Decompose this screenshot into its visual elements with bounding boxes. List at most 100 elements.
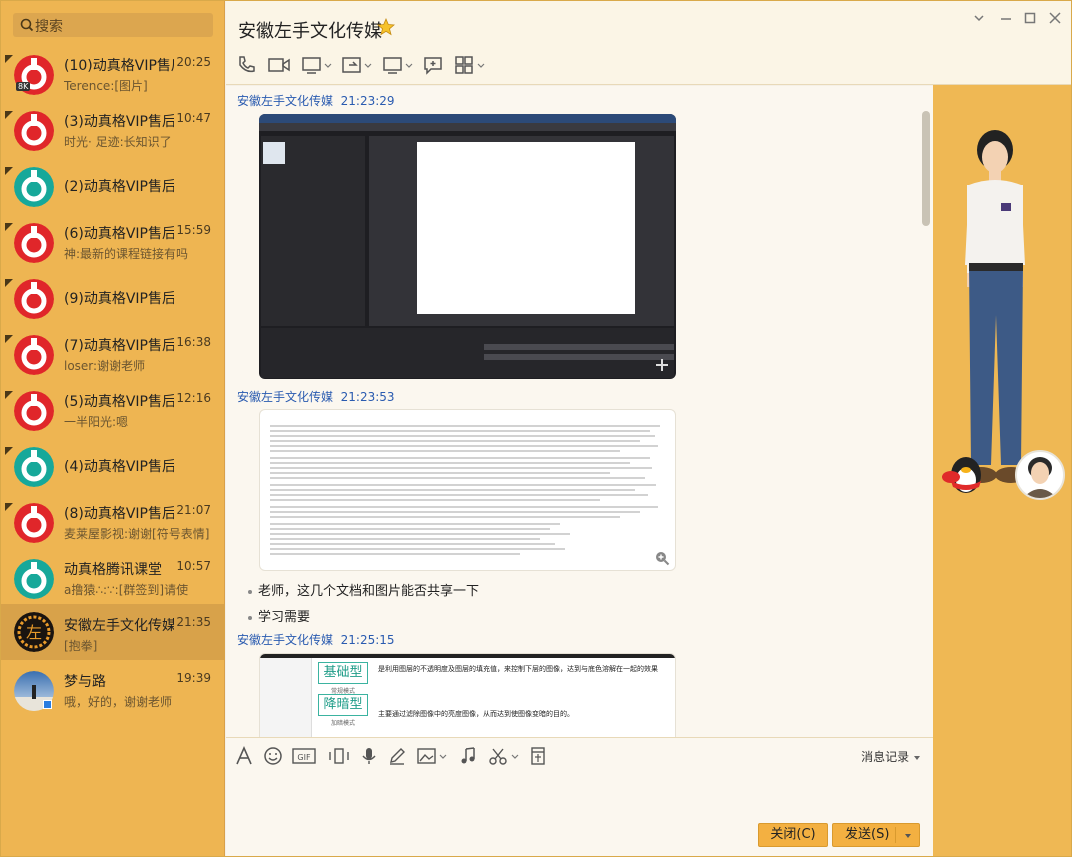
blend-desc: 主要通过滤除图像中的亮度图像，从而达到使图像变暗的目的。 <box>378 710 574 718</box>
conversation-item[interactable]: (5)动真格VIP售后 12:16 一半阳光:嗯 <box>1 386 225 442</box>
group-avatar-red <box>14 391 54 431</box>
pin-marker <box>5 391 13 399</box>
conversation-item[interactable]: 动真格腾讯课堂 10:57 a撸猿∴:∵:[群签到]请使 <box>1 554 225 610</box>
conversation-name: 安徽左手文化传媒 <box>64 618 174 634</box>
music-icon[interactable] <box>458 746 478 766</box>
red-packet-icon[interactable] <box>528 746 548 766</box>
conversation-item[interactable]: 梦与路 19:39 哦，好的，谢谢老师 <box>1 666 225 722</box>
pin-marker <box>5 503 13 511</box>
image-message-document[interactable] <box>259 409 676 571</box>
message-time: 21:23:53 <box>340 390 395 404</box>
chevron-down-icon <box>914 755 920 760</box>
group-avatar-red <box>14 223 54 263</box>
pin-marker <box>5 335 13 343</box>
phone-icon[interactable] <box>236 55 256 75</box>
conversation-item[interactable]: 8K (10)动真格VIP售后 20:25 Terence:[图片] <box>1 50 225 106</box>
font-icon[interactable] <box>234 746 254 766</box>
conversation-item[interactable]: (6)动真格VIP售后 15:59 神:最新的课程链接有吗 <box>1 218 225 274</box>
screen-share-icon[interactable] <box>301 55 333 75</box>
expand-icon[interactable] <box>655 358 669 372</box>
microphone-icon[interactable] <box>359 746 379 766</box>
message-header: 安徽左手文化传媒 21:25:15 <box>237 631 395 648</box>
search-input[interactable]: 搜索 <box>13 13 213 37</box>
conversation-preview: [抱拳] <box>64 639 98 653</box>
group-avatar-red <box>14 503 54 543</box>
conversation-preview: 神:最新的课程链接有吗 <box>64 247 189 261</box>
image-icon[interactable] <box>416 746 448 766</box>
conversation-item[interactable]: (8)动真格VIP售后 21:07 麦莱屋影视:谢谢[符号表情] <box>1 498 225 554</box>
image-message-ae-screenshot[interactable] <box>259 114 676 379</box>
show-avatar-panel <box>933 85 1071 856</box>
remote-desktop-icon[interactable] <box>382 55 414 75</box>
pin-marker <box>5 55 13 63</box>
draw-icon[interactable] <box>387 746 407 766</box>
send-button[interactable]: 发送(S) <box>832 823 920 847</box>
message-history-link[interactable]: 消息记录 <box>861 748 921 765</box>
conversation-name: (5)动真格VIP售后 <box>64 394 174 410</box>
star-icon[interactable] <box>377 18 395 36</box>
group-avatar-red <box>14 111 54 151</box>
shake-icon[interactable] <box>327 746 351 766</box>
blend-desc: 是利用图层的不透明度及图层的填充值，来控制下层的图像，达到与底色溶解在一起的效果 <box>378 665 658 673</box>
conversation-sidebar: 搜索 8K (10)动真格VIP售后 20:25 Terence:[图片] (3… <box>1 1 225 856</box>
minimize-icon[interactable] <box>999 11 1013 25</box>
contact-avatar-logo: 左 <box>14 612 54 652</box>
close-button[interactable]: 关闭(C) <box>758 823 828 847</box>
message-time: 21:25:15 <box>340 633 395 647</box>
conversation-time: 10:57 <box>176 559 211 573</box>
sender-name: 安徽左手文化传媒 <box>237 633 334 647</box>
emoji-icon[interactable] <box>263 746 283 766</box>
conversation-time: 20:25 <box>176 55 211 69</box>
message-text: 学习需要 <box>258 610 311 625</box>
text-message: 老师，这几个文档和图片能否共享一下 <box>248 580 479 599</box>
group-avatar-red <box>14 279 54 319</box>
group-avatar-teal <box>14 447 54 487</box>
apps-grid-icon[interactable] <box>454 55 486 75</box>
conversation-name: (8)动真格VIP售后 <box>64 506 174 522</box>
pin-marker <box>5 167 13 175</box>
qq-penguin-icon[interactable] <box>939 451 989 497</box>
scrollbar-thumb[interactable] <box>922 111 930 226</box>
conversation-preview: 麦莱屋影视:谢谢[符号表情] <box>64 527 210 541</box>
sender-name: 安徽左手文化传媒 <box>237 94 334 108</box>
message-add-icon[interactable] <box>423 55 443 75</box>
message-list[interactable]: 安徽左手文化传媒 21:23:29 安徽左手文化传媒 21:23:53 老师，这… <box>226 86 933 737</box>
conversation-preview: a撸猿∴:∵:[群签到]请使 <box>64 583 189 597</box>
video-call-icon[interactable] <box>267 55 291 75</box>
conversation-name: (2)动真格VIP售后群 <box>64 179 174 195</box>
scissors-icon[interactable] <box>488 746 520 766</box>
conversation-item[interactable]: (4)动真格VIP售后群 <box>1 442 225 498</box>
send-button-label: 发送(S) <box>845 827 890 842</box>
conversation-preview: loser:谢谢老师 <box>64 359 146 373</box>
close-icon[interactable] <box>1048 11 1062 25</box>
zoom-in-icon[interactable] <box>654 550 670 566</box>
conversation-time: 10:47 <box>176 111 211 125</box>
svg-text:左: 左 <box>26 623 42 642</box>
search-placeholder: 搜索 <box>35 19 63 35</box>
file-transfer-icon[interactable] <box>341 55 373 75</box>
conversation-time: 19:39 <box>176 671 211 685</box>
conversation-item-active[interactable]: 左 安徽左手文化传媒 21:35 [抱拳] <box>1 604 225 660</box>
group-avatar-teal <box>14 167 54 207</box>
conversation-item[interactable]: (2)动真格VIP售后群 <box>1 162 225 218</box>
chevron-down-icon[interactable] <box>972 11 986 25</box>
conversation-preview: Terence:[图片] <box>64 79 148 93</box>
conversation-preview: 一半阳光:嗯 <box>64 415 129 429</box>
conversation-time: 15:59 <box>176 223 211 237</box>
maximize-icon[interactable] <box>1023 11 1037 25</box>
conversation-time: 21:07 <box>176 503 211 517</box>
unread-badge: 8K <box>16 82 31 91</box>
send-options-chevron-icon[interactable] <box>904 832 912 840</box>
message-time: 21:23:29 <box>340 94 395 108</box>
conversation-item[interactable]: (9)动真格VIP售后群 <box>1 274 225 330</box>
user-avatar-icon <box>1023 457 1057 498</box>
conversation-item[interactable]: (3)动真格VIP售后 10:47 时光· 足迹:长知识了 <box>1 106 225 162</box>
image-message-blend-modes[interactable]: 基础型 常规模式 是利用图层的不透明度及图层的填充值，来控制下层的图像，达到与底… <box>259 653 676 737</box>
my-avatar[interactable] <box>1015 450 1065 500</box>
message-scrollbar[interactable] <box>920 101 932 733</box>
conversation-preview: 哦，好的，谢谢老师 <box>64 695 173 709</box>
conversation-name: (7)动真格VIP售后 <box>64 338 174 354</box>
conversation-time: 16:38 <box>176 335 211 349</box>
gif-icon[interactable]: GIF <box>292 746 316 766</box>
conversation-item[interactable]: (7)动真格VIP售后 16:38 loser:谢谢老师 <box>1 330 225 386</box>
